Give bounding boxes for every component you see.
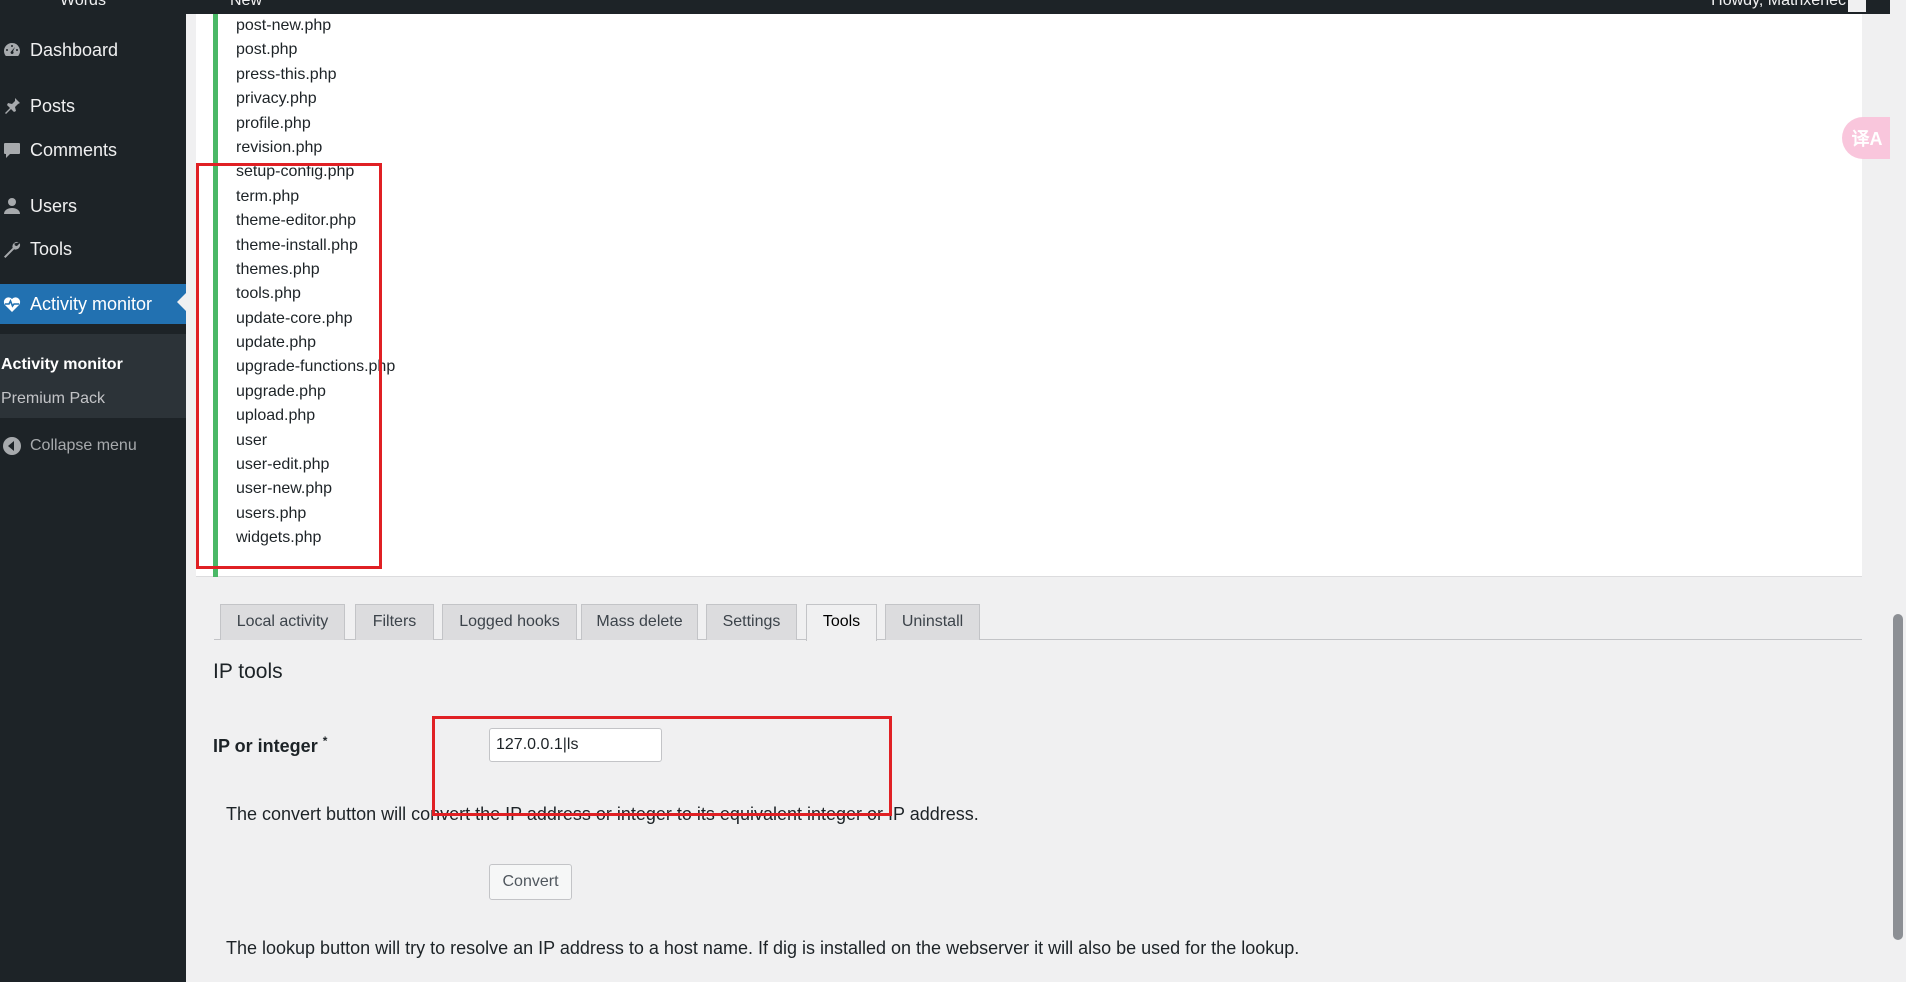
avatar[interactable] bbox=[1848, 0, 1866, 12]
list-item: update-core.php bbox=[236, 309, 353, 327]
file-list: post-new.php post.php press-this.php pri… bbox=[236, 14, 395, 551]
list-item: theme-install.php bbox=[236, 236, 358, 254]
activity-monitor-submenu: Activity monitor Premium Pack bbox=[0, 334, 186, 418]
collapse-menu-button[interactable]: Collapse menu bbox=[0, 428, 186, 464]
tab-settings[interactable]: Settings bbox=[706, 604, 797, 640]
sidebar-item-comments[interactable]: Comments bbox=[0, 132, 186, 168]
list-item: post.php bbox=[236, 41, 298, 59]
translate-icon[interactable]: 译A bbox=[1842, 117, 1892, 159]
pin-icon bbox=[0, 96, 30, 116]
convert-description: The convert button will convert the IP a… bbox=[226, 804, 979, 824]
list-item: themes.php bbox=[236, 260, 320, 278]
sidebar-item-label: Comments bbox=[30, 139, 118, 160]
wrench-icon bbox=[0, 239, 30, 259]
tab-mass-delete[interactable]: Mass delete bbox=[581, 604, 698, 640]
collapse-menu-label: Collapse menu bbox=[30, 437, 137, 454]
convert-button[interactable]: Convert bbox=[489, 864, 572, 900]
sidebar-item-label: Activity monitor bbox=[30, 293, 153, 314]
list-item: post-new.php bbox=[236, 17, 332, 34]
sidebar-item-posts[interactable]: Posts bbox=[0, 88, 186, 124]
site-title[interactable]: Words bbox=[60, 0, 106, 10]
sidebar-item-users[interactable]: Users bbox=[0, 188, 186, 224]
sidebar-item-label: Posts bbox=[30, 95, 76, 116]
tab-filters[interactable]: Filters bbox=[355, 604, 434, 640]
comment-icon bbox=[0, 140, 30, 160]
list-item: widgets.php bbox=[236, 529, 322, 547]
sidebar-item-activity-monitor[interactable]: Activity monitor bbox=[0, 284, 187, 324]
sidebar-item-label: Users bbox=[30, 195, 78, 216]
scrollbar-thumb[interactable] bbox=[1893, 614, 1903, 940]
files-panel: post-new.php post.php press-this.php pri… bbox=[196, 14, 1862, 577]
list-item: user-edit.php bbox=[236, 456, 330, 474]
list-item: upload.php bbox=[236, 407, 316, 425]
user-greeting[interactable]: Howdy, Matrixenec bbox=[1711, 0, 1846, 10]
list-item: update.php bbox=[236, 334, 317, 352]
list-item: upgrade-functions.php bbox=[236, 358, 396, 376]
ip-field-label-text: IP or integer bbox=[213, 736, 318, 756]
list-item: term.php bbox=[236, 187, 300, 205]
list-item: revision.php bbox=[236, 138, 323, 156]
sidebar-item-label: Tools bbox=[30, 238, 73, 259]
list-item: setup-config.php bbox=[236, 163, 355, 181]
sidebar-item-tools[interactable]: Tools bbox=[0, 231, 186, 267]
dashboard-icon bbox=[0, 40, 30, 60]
submenu-item-premium-pack[interactable]: Premium Pack bbox=[1, 390, 105, 408]
list-item: press-this.php bbox=[236, 65, 337, 83]
tab-uninstall[interactable]: Uninstall bbox=[885, 604, 980, 640]
sidebar-item-label: Dashboard bbox=[30, 39, 119, 60]
tab-bar: Local activity Filters Logged hooks Mass… bbox=[214, 604, 1862, 641]
user-icon bbox=[0, 196, 30, 216]
tab-tools[interactable]: Tools bbox=[806, 604, 877, 641]
heart-pulse-icon bbox=[0, 294, 30, 314]
lookup-description: The lookup button will try to resolve an… bbox=[226, 938, 1300, 958]
tab-logged-hooks[interactable]: Logged hooks bbox=[442, 604, 577, 640]
admin-bar: Words New Howdy, Matrixenec bbox=[0, 0, 1906, 14]
list-item: profile.php bbox=[236, 114, 311, 132]
admin-sidebar: Dashboard Posts Comments Users Tools Act… bbox=[0, 14, 187, 982]
list-item: user bbox=[236, 431, 268, 449]
tab-local-activity[interactable]: Local activity bbox=[220, 604, 345, 640]
section-title: IP tools bbox=[213, 660, 283, 683]
new-content-link[interactable]: New bbox=[230, 0, 262, 10]
list-item: tools.php bbox=[236, 285, 301, 303]
sidebar-item-dashboard[interactable]: Dashboard bbox=[0, 32, 186, 68]
collapse-icon bbox=[0, 436, 30, 456]
ip-input[interactable] bbox=[489, 728, 662, 762]
required-mark: * bbox=[322, 734, 328, 748]
list-item: privacy.php bbox=[236, 90, 317, 108]
list-item: user-new.php bbox=[236, 480, 333, 498]
green-indicator-bar bbox=[213, 14, 218, 577]
list-item: theme-editor.php bbox=[236, 212, 357, 230]
list-item: upgrade.php bbox=[236, 382, 326, 400]
list-item: users.php bbox=[236, 504, 307, 522]
submenu-item-activity-monitor[interactable]: Activity monitor bbox=[1, 356, 123, 374]
ip-field-label: IP or integer * bbox=[213, 734, 327, 757]
